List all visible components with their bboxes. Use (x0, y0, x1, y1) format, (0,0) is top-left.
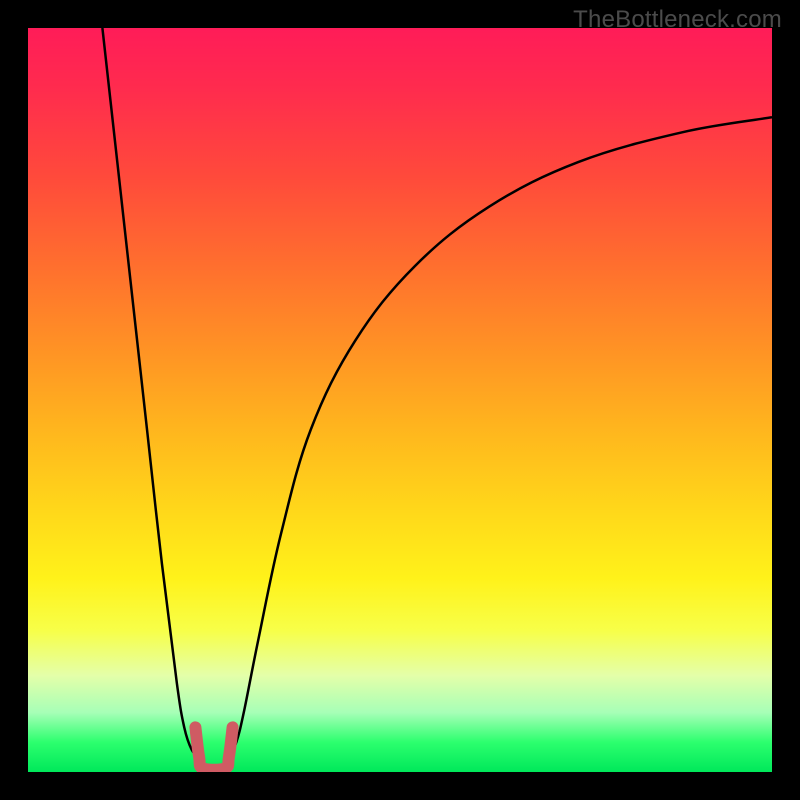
curve-notch (195, 727, 232, 769)
chart-frame: TheBottleneck.com (0, 0, 800, 800)
plot-area (28, 28, 772, 772)
curves-svg (28, 28, 772, 772)
curve-right-branch (229, 117, 772, 757)
curve-left-branch (102, 28, 199, 757)
